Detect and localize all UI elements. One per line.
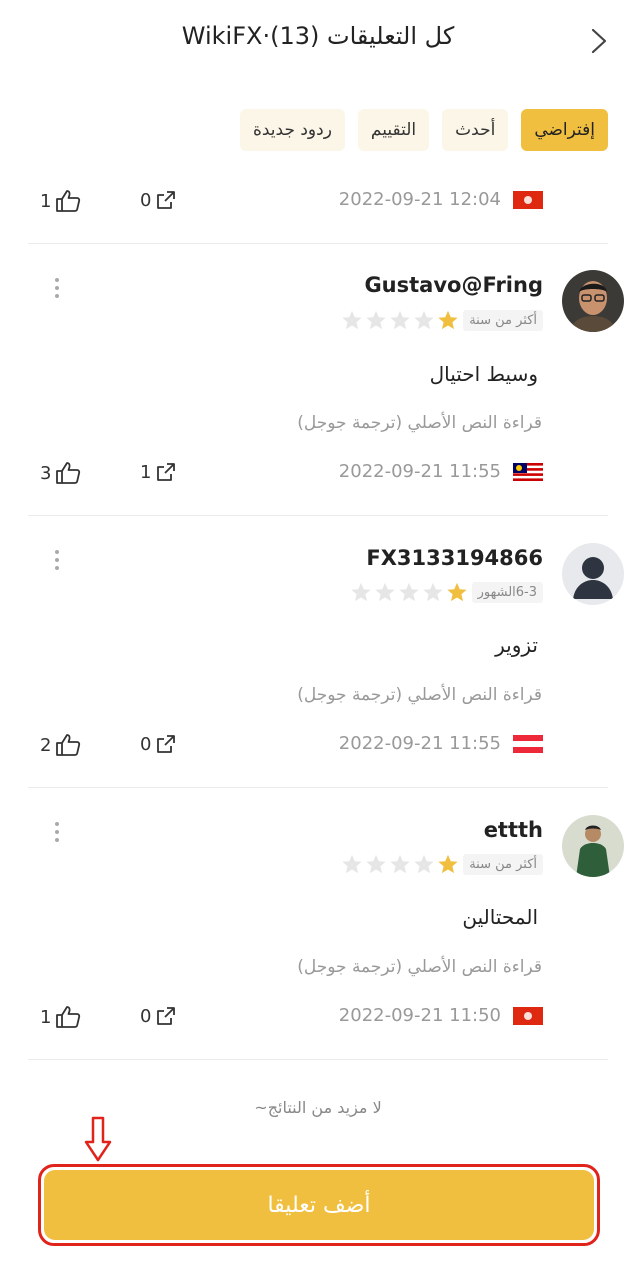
page-title: كل التعليقات (13)·WikiFX [181,22,455,50]
no-more-results: لا مزيد من النتائج~ [254,1098,382,1117]
add-comment-button[interactable]: أضف تعليقا [44,1170,594,1240]
tab-latest[interactable]: أحدث [442,109,509,151]
divider [28,515,608,516]
translate-link[interactable]: قراءة النص الأصلي (ترجمة جوجل) [297,413,542,433]
share-icon [157,191,176,209]
like-count: 1 [40,190,52,212]
divider [28,243,608,244]
share-button[interactable]: 0 [140,189,177,211]
share-count: 0 [140,1005,152,1027]
divider [28,1059,608,1060]
comment-meta-row: 2022-09-21 11:55 1 3 [40,461,543,491]
star-empty-icon [366,310,386,330]
share-button[interactable]: 1 [140,461,177,483]
malaysia-flag-icon [513,462,543,481]
rating-row: 6-3الشهور [350,579,543,605]
header: كل التعليقات (13)·WikiFX [0,0,636,84]
comment-meta-row: 2022-09-21 11:50 0 1 [40,1005,543,1035]
share-icon [157,1007,176,1025]
rating-row: أكثر من سنة [341,851,543,877]
share-icon [157,735,176,753]
tab-rating[interactable]: التقييم [357,109,430,151]
star-empty-icon [342,854,362,874]
thumbs-up-icon [56,190,81,212]
kebab-icon [55,550,59,570]
thumbs-up-icon [56,734,81,756]
more-options-button[interactable] [50,275,64,301]
tab-new-replies[interactable]: ردود جديدة [239,109,345,151]
comment-date: 2022-09-21 11:50 [338,1005,501,1026]
time-badge: أكثر من سنة [463,309,543,331]
hong-kong-flag-icon [513,1006,543,1025]
like-button[interactable]: 1 [40,1005,81,1029]
star-filled-icon [438,310,458,330]
thumbs-up-icon [56,462,81,484]
share-count: 0 [140,733,152,755]
default-avatar-icon [562,543,624,605]
star-empty-icon [422,582,443,602]
add-comment-highlight: أضف تعليقا [38,1164,600,1246]
star-empty-icon [350,582,371,602]
translate-link[interactable]: قراءة النص الأصلي (ترجمة جوجل) [297,957,542,977]
star-empty-icon [374,582,395,602]
like-button[interactable]: 3 [40,461,81,485]
star-rating [341,309,459,331]
comment-date: 2022-09-21 11:55 [338,461,501,482]
star-rating [350,581,468,603]
comment-date: 2022-09-21 12:04 [338,189,501,210]
star-filled-icon [438,854,458,874]
like-button[interactable]: 1 [40,189,81,213]
share-count: 1 [140,461,152,483]
sort-tabs: إفتراضي أحدث التقييم ردود جديدة [239,109,608,151]
username[interactable]: FX3133194866 [366,546,543,570]
star-empty-icon [366,854,386,874]
star-rating [341,853,459,875]
tab-default[interactable]: إفتراضي [521,109,608,151]
divider [28,787,608,788]
more-options-button[interactable] [50,547,64,573]
austria-flag-icon [513,734,543,753]
rating-row: أكثر من سنة [341,307,543,333]
share-icon [157,463,176,481]
share-button[interactable]: 0 [140,733,177,755]
review-text: تزوير [495,633,538,657]
share-button[interactable]: 0 [140,1005,177,1027]
avatar[interactable] [562,270,624,332]
thumbs-up-icon [56,1006,81,1028]
like-button[interactable]: 2 [40,733,81,757]
like-count: 3 [40,462,52,484]
time-badge: أكثر من سنة [463,853,543,875]
comment-meta-row: 2022-09-21 11:55 0 2 [40,733,543,763]
star-empty-icon [398,582,419,602]
avatar[interactable] [562,815,624,877]
more-options-button[interactable] [50,819,64,845]
kebab-icon [55,822,59,842]
user-photo-icon [562,815,624,877]
back-button[interactable] [584,24,614,58]
username[interactable]: ettth [484,818,543,842]
comment-date: 2022-09-21 11:55 [338,733,501,754]
arrow-down-icon [84,1116,112,1162]
star-empty-icon [390,854,410,874]
star-empty-icon [414,310,434,330]
star-filled-icon [446,582,467,602]
user-photo-icon [562,270,624,332]
like-count: 2 [40,734,52,756]
username[interactable]: Gustavo@Fring [364,273,543,297]
star-empty-icon [342,310,362,330]
chevron-right-icon [591,28,607,54]
share-count: 0 [140,189,152,211]
avatar[interactable] [562,543,624,605]
review-text: المحتالين [462,905,538,929]
star-empty-icon [414,854,434,874]
star-empty-icon [390,310,410,330]
kebab-icon [55,278,59,298]
comment-meta-row: 2022-09-21 12:04 0 1 [40,189,543,219]
time-badge: 6-3الشهور [471,581,543,603]
review-text: وسيط احتيال [429,362,538,386]
hong-kong-flag-icon [513,190,543,209]
translate-link[interactable]: قراءة النص الأصلي (ترجمة جوجل) [297,685,542,705]
like-count: 1 [40,1006,52,1028]
